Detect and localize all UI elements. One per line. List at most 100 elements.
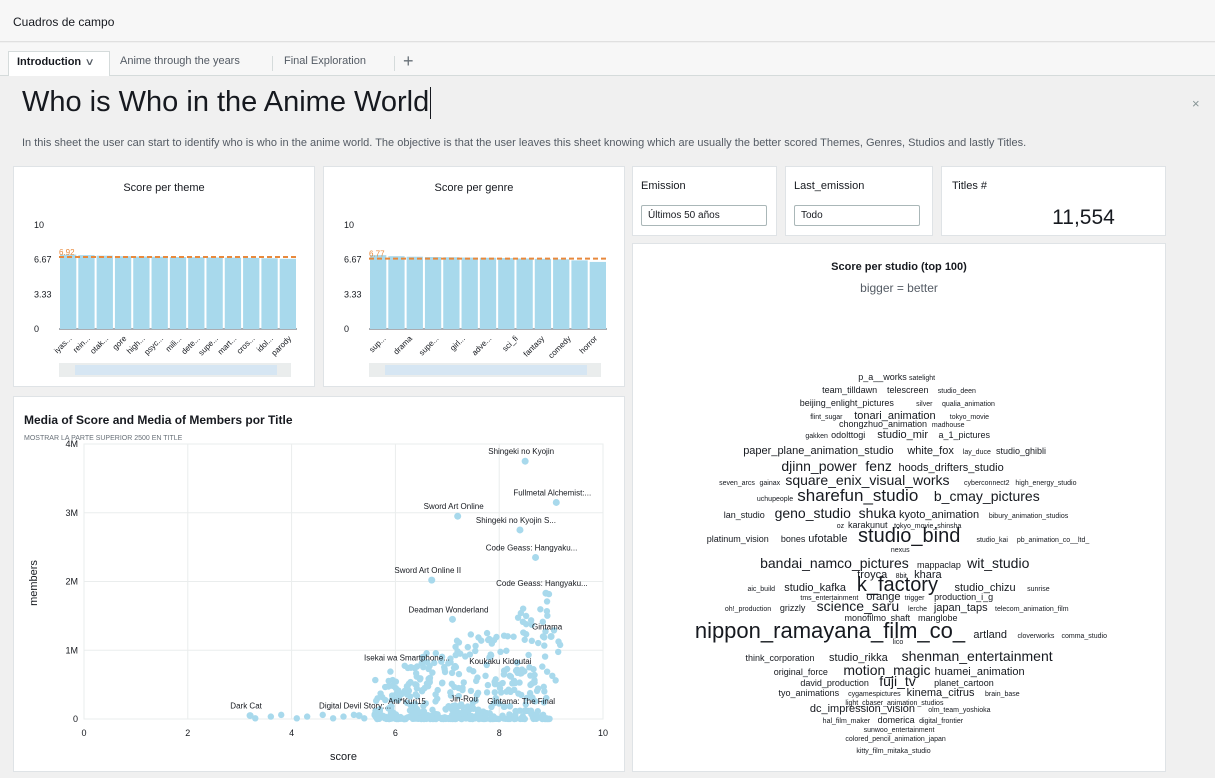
data-point <box>472 642 479 650</box>
wordcloud-word: nippon_ramayana_film_co_ <box>695 618 966 643</box>
data-point <box>540 683 547 691</box>
data-point <box>246 712 254 720</box>
point-label: Koukaku Kidoutai <box>469 657 531 666</box>
wordcloud-word: lan_studio <box>724 510 765 520</box>
data-point <box>464 705 472 713</box>
data-point <box>452 663 460 671</box>
wordcloud-word: domerica <box>878 715 915 725</box>
bar <box>479 257 497 329</box>
tab-introduction[interactable]: Introduction ∨ <box>8 51 110 76</box>
point-label: Deadman Wonderland <box>409 605 489 614</box>
data-point <box>452 714 459 722</box>
data-point <box>448 680 455 688</box>
score-per-genre-chart[interactable]: 0 3.33 6.67 10 6.77 sup... drama supe... girl...… <box>324 167 626 388</box>
data-point <box>267 713 275 720</box>
scroll-thumb[interactable] <box>75 365 277 375</box>
data-point <box>526 689 534 697</box>
wordcloud-word: studio_kai <box>976 537 1008 544</box>
data-point <box>293 715 300 722</box>
data-point <box>372 676 379 684</box>
data-point <box>491 678 498 686</box>
wordcloud-word: beijing_enlight_pictures <box>800 398 895 408</box>
data-point <box>541 653 549 660</box>
x-tick-label: iyas... <box>52 334 73 355</box>
score-per-genre-panel[interactable]: Score per genre 0 3.33 6.67 10 6.77 sup... dra… <box>323 166 625 387</box>
y-tick-label: 3.33 <box>344 289 362 299</box>
score-members-panel[interactable]: Media of Score and Media of Members por … <box>13 396 625 772</box>
close-icon[interactable]: × <box>1192 96 1200 111</box>
score-per-studio-wordcloud[interactable]: p_a__works satelight team_tilldawn telescre… <box>633 244 1167 773</box>
point-label: Dark Cat <box>230 702 262 711</box>
data-point <box>416 676 424 683</box>
chevron-down-icon[interactable]: ∨ <box>85 57 95 68</box>
score-per-studio-panel[interactable]: Score per studio (top 100) bigger = bett… <box>632 243 1166 772</box>
x-axis-label: score <box>330 751 357 763</box>
data-point <box>503 647 510 654</box>
data-point <box>432 715 440 723</box>
add-tab-icon[interactable]: + <box>403 51 414 71</box>
wordcloud-word: paper_plane_animation_studio <box>743 445 893 457</box>
bar <box>534 258 552 329</box>
data-point <box>544 612 551 619</box>
bar <box>370 255 387 329</box>
bar <box>188 257 205 329</box>
data-point <box>413 681 420 689</box>
data-point <box>522 631 530 638</box>
tab-divider <box>272 56 273 71</box>
point-label: Isekai wa Smartphone... <box>364 653 450 662</box>
wordcloud-word: original_force <box>774 667 828 677</box>
y-tick-label: 6.67 <box>344 255 362 265</box>
wordcloud-word: sunrise <box>1027 586 1050 593</box>
data-point <box>534 685 542 692</box>
wordcloud-word: artland <box>973 629 1007 641</box>
point-label: Jin-Rou <box>450 695 478 704</box>
point-label: Sword Art Online <box>424 502 485 511</box>
wordcloud-word: qualia_animation <box>942 401 995 408</box>
data-point <box>514 614 522 621</box>
x-tick-label: 4 <box>289 728 294 738</box>
titles-kpi[interactable]: Titles # 11,554 <box>941 166 1166 236</box>
last-emission-select[interactable]: Todo <box>794 205 920 226</box>
data-point <box>521 707 529 715</box>
data-point <box>426 674 434 682</box>
point-label: Code Geass: Hangyaku... <box>496 579 588 588</box>
wordcloud-word: sunwoo_entertainment <box>864 727 935 734</box>
wordcloud-word: oh!_production <box>725 606 771 613</box>
data-point <box>506 672 513 679</box>
bar <box>406 256 423 329</box>
data-point <box>482 672 489 680</box>
data-point <box>454 703 462 710</box>
wordcloud-word: science_saru <box>817 598 900 614</box>
data-point <box>387 668 394 675</box>
sheet-title[interactable]: Who is Who in the Anime World <box>22 86 432 120</box>
score-members-chart[interactable]: 0 2 4 6 8 10 0 1M 2M 3M 4M score members Shingeki no … <box>14 397 626 773</box>
point-label: Sword Art Online II <box>394 566 461 575</box>
data-point <box>545 715 553 723</box>
data-point <box>389 682 396 689</box>
scroll-thumb[interactable] <box>385 365 587 375</box>
data-point <box>511 715 518 723</box>
reference-label: 6.92 <box>59 248 75 257</box>
wordcloud-word: platinum_vision <box>707 534 769 544</box>
wordcloud-word: uchupeople <box>757 496 793 503</box>
wordcloud-word: comma_studio <box>1061 633 1107 640</box>
score-per-theme-chart[interactable]: 03.336.67106.92iyas...rein...otak... gore… <box>14 167 316 388</box>
tab-final-exploration[interactable]: Final Exploration <box>276 51 374 76</box>
score-per-theme-panel[interactable]: Score per theme 0 3.33 6.67 10 6.92 iyas... re… <box>13 166 315 387</box>
emission-select[interactable]: Últimos 50 años <box>641 205 767 226</box>
data-point <box>382 683 389 691</box>
point-label: Fullmetal Alchemist:... <box>513 488 591 497</box>
data-point <box>455 639 463 646</box>
x-tick-label: 10 <box>598 728 608 738</box>
data-point <box>533 710 540 718</box>
wordcloud-word: cloverworks <box>1017 633 1054 640</box>
point-label: Digital Devil Story:... <box>319 702 391 711</box>
tab-anime-through-the-years[interactable]: Anime through the years <box>112 51 248 76</box>
x-tick-label: fantasy <box>522 334 547 359</box>
data-point <box>455 670 463 678</box>
data-point <box>555 638 562 645</box>
data-point <box>500 715 508 722</box>
wordcloud-word: oz <box>837 523 845 530</box>
data-point <box>429 706 436 714</box>
y-tick-label: 3M <box>65 508 78 518</box>
